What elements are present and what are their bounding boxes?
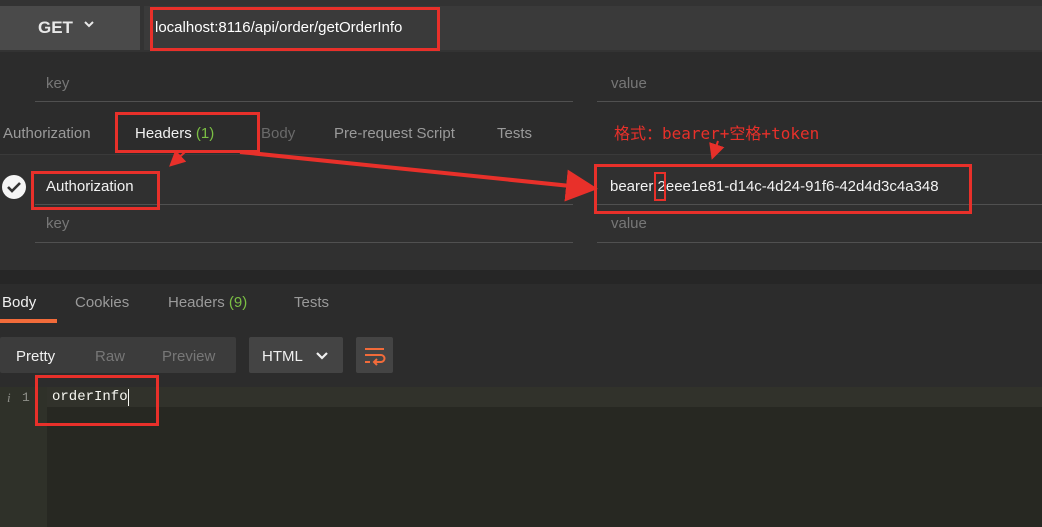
annotation-arrows [169, 140, 725, 202]
arrow-to-header-value [239, 150, 598, 202]
arrow-to-header-key [169, 149, 187, 167]
arrow-from-annotation [709, 140, 725, 160]
